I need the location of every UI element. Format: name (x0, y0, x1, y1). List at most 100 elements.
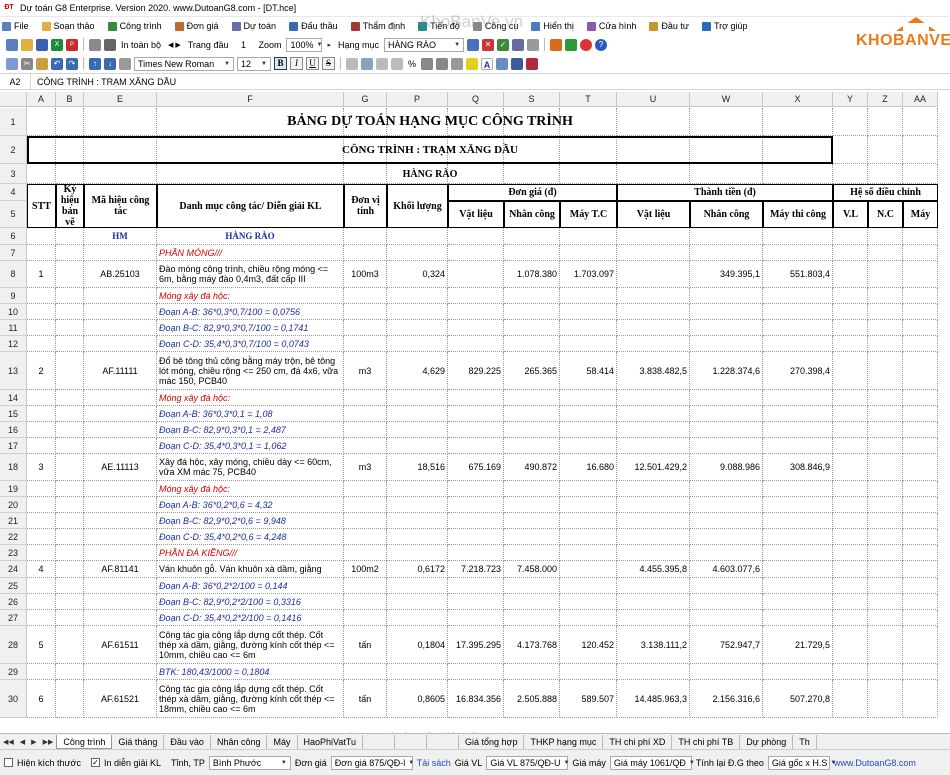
cell[interactable] (903, 304, 938, 320)
cell[interactable] (833, 136, 868, 164)
total-machine-cell[interactable]: 308.846,9 (763, 454, 833, 481)
cell[interactable] (868, 390, 903, 406)
redo-icon[interactable]: ↷ (66, 57, 78, 70)
cell[interactable] (344, 578, 387, 594)
cell[interactable] (84, 422, 157, 438)
cell[interactable] (56, 336, 84, 352)
new-icon[interactable] (6, 38, 18, 51)
cell[interactable] (833, 578, 868, 594)
cell[interactable] (763, 228, 833, 245)
cell[interactable] (448, 336, 504, 352)
cell[interactable] (56, 320, 84, 336)
cell[interactable] (903, 545, 938, 561)
cell[interactable] (448, 288, 504, 304)
cell[interactable] (504, 336, 560, 352)
sheet-tab[interactable]: Nhân công (211, 734, 268, 749)
cell[interactable] (27, 245, 56, 261)
cell[interactable] (27, 304, 56, 320)
cell[interactable] (84, 304, 157, 320)
cell[interactable] (84, 545, 157, 561)
cell[interactable] (84, 481, 157, 497)
cell[interactable] (344, 406, 387, 422)
row-number[interactable]: 22 (0, 529, 27, 545)
cell[interactable] (833, 245, 868, 261)
cell[interactable] (56, 561, 84, 578)
font-select[interactable]: Times New Roman ▼ (134, 56, 234, 71)
list-icon[interactable] (527, 38, 540, 51)
cell[interactable] (903, 438, 938, 454)
unit-machine-cell[interactable] (560, 561, 617, 578)
cell[interactable] (833, 108, 868, 136)
cell[interactable] (903, 288, 938, 304)
unit-material-cell[interactable]: 16.834.356 (448, 680, 504, 718)
cell[interactable] (560, 481, 617, 497)
cell[interactable] (690, 228, 763, 245)
unit-labor-cell[interactable]: 7.458.000 (504, 561, 560, 578)
row-number[interactable]: 10 (0, 304, 27, 320)
cell[interactable] (868, 578, 903, 594)
material-price-select[interactable]: Giá VL 875/QĐ-U ▼ (486, 755, 569, 770)
cell[interactable] (27, 610, 56, 626)
cell[interactable] (903, 352, 938, 390)
cell[interactable] (903, 561, 938, 578)
cell[interactable] (690, 320, 763, 336)
unit-machine-cell[interactable]: 58.414 (560, 352, 617, 390)
row-number[interactable]: 7 (0, 245, 27, 261)
cell[interactable] (690, 610, 763, 626)
frame-icon[interactable] (511, 57, 524, 70)
excel-icon[interactable]: X (51, 38, 63, 51)
cell[interactable] (387, 390, 448, 406)
cell[interactable] (56, 610, 84, 626)
row-number[interactable]: 15 (0, 406, 27, 422)
zoom-select[interactable]: 100% ▼ (286, 37, 323, 52)
cell[interactable] (903, 626, 938, 664)
description-cell[interactable]: Công tác gia công lắp dựng cốt thép. Cốt… (157, 626, 344, 664)
sheet-tab[interactable]: Dự phòng (740, 734, 794, 749)
cell[interactable] (504, 664, 560, 680)
cell[interactable] (27, 336, 56, 352)
cell[interactable] (763, 390, 833, 406)
code-cell[interactable]: AF.61521 (84, 680, 157, 718)
diengiai-cell[interactable]: Đoạn B-C: 82,9*0,2*0,6 = 9,948 (157, 513, 344, 529)
cell[interactable] (903, 390, 938, 406)
cell[interactable] (448, 513, 504, 529)
cell[interactable] (617, 513, 690, 529)
cell[interactable] (27, 228, 56, 245)
cell[interactable] (617, 481, 690, 497)
cell[interactable] (617, 406, 690, 422)
cell[interactable] (448, 610, 504, 626)
row-number[interactable]: 16 (0, 422, 27, 438)
cell[interactable] (504, 578, 560, 594)
row-number[interactable]: 12 (0, 336, 27, 352)
merge-icon[interactable] (496, 57, 509, 70)
fill-color-icon[interactable] (466, 57, 479, 70)
unit-machine-cell[interactable]: 589.507 (560, 680, 617, 718)
cell[interactable] (27, 481, 56, 497)
cell[interactable] (617, 336, 690, 352)
align-left-icon[interactable] (346, 57, 358, 70)
cell[interactable] (56, 680, 84, 718)
cell[interactable] (27, 320, 56, 336)
column-header[interactable]: X (763, 92, 833, 106)
unit-machine-cell[interactable]: 16.680 (560, 454, 617, 481)
row-number[interactable]: 20 (0, 497, 27, 513)
cell[interactable] (833, 626, 868, 664)
cell[interactable] (868, 422, 903, 438)
cell[interactable] (56, 228, 84, 245)
cell[interactable] (763, 320, 833, 336)
menu-item[interactable]: Thẩm định (350, 21, 405, 31)
cell[interactable] (833, 513, 868, 529)
cell[interactable] (344, 288, 387, 304)
insert-row-icon[interactable] (119, 57, 131, 70)
cell[interactable] (56, 438, 84, 454)
sheet-nav-icon[interactable]: ▶▶ (40, 738, 57, 746)
cell[interactable] (690, 529, 763, 545)
row-number[interactable]: 27 (0, 610, 27, 626)
total-material-cell[interactable] (617, 261, 690, 288)
cell[interactable] (448, 422, 504, 438)
cell[interactable] (344, 545, 387, 561)
cell[interactable] (833, 610, 868, 626)
cell[interactable] (868, 304, 903, 320)
menu-item[interactable]: Công trình (107, 21, 162, 31)
sheet-nav-icon[interactable]: ◀◀ (0, 738, 17, 746)
